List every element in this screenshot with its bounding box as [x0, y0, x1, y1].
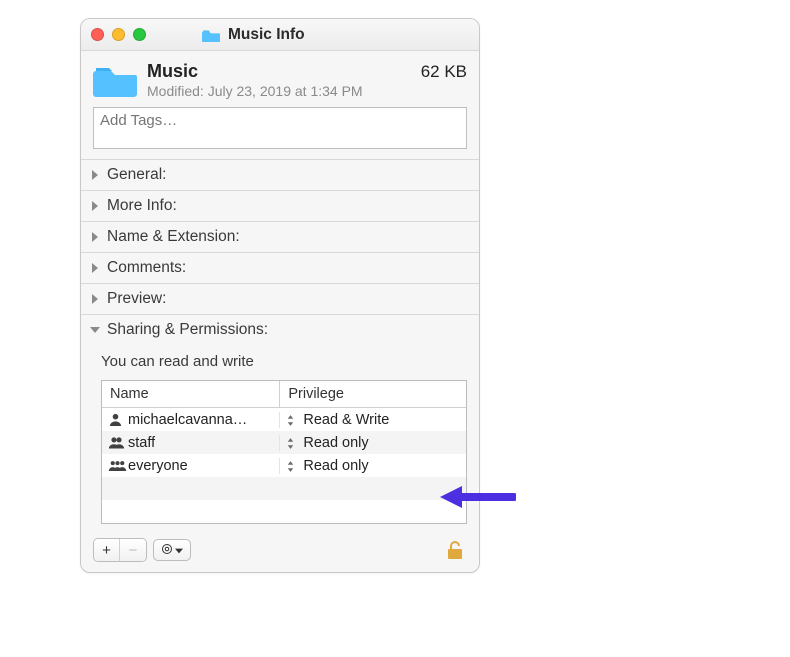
- titlebar: Music Info: [81, 19, 479, 51]
- chevron-right-icon: [89, 262, 101, 274]
- chevron-down-icon: [175, 542, 183, 559]
- chevron-right-icon: [89, 293, 101, 305]
- permission-name: staff: [128, 435, 155, 451]
- item-name: Music: [147, 61, 411, 82]
- chevron-right-icon: [89, 200, 101, 212]
- table-row: [102, 500, 466, 523]
- section-sharing-permissions[interactable]: Sharing & Permissions:: [81, 314, 479, 345]
- lock-icon[interactable]: [447, 540, 463, 560]
- permission-name-cell[interactable]: michaelcavanna…: [102, 412, 280, 428]
- chevron-down-icon: [89, 324, 101, 336]
- stepper-icon: [286, 460, 296, 472]
- item-modified: Modified: July 23, 2019 at 1:34 PM: [147, 83, 411, 99]
- column-name[interactable]: Name: [102, 381, 280, 407]
- sharing-body: You can read and write Name Privilege mi…: [81, 345, 479, 532]
- permission-name: everyone: [128, 458, 188, 474]
- permission-privilege: Read only: [303, 435, 368, 451]
- window-controls: [91, 28, 146, 41]
- titlebar-folder-icon: [202, 28, 220, 42]
- table-row[interactable]: everyone Read only: [102, 454, 466, 477]
- table-row[interactable]: michaelcavanna… Read & Write: [102, 408, 466, 431]
- section-general[interactable]: General:: [81, 159, 479, 190]
- table-row[interactable]: staff Read only: [102, 431, 466, 454]
- add-user-button[interactable]: +: [94, 539, 120, 561]
- info-window: Music Info Music Modified: July 23, 2019…: [80, 18, 480, 573]
- section-label: Preview:: [107, 290, 166, 308]
- permissions-table: Name Privilege michaelcavanna… Read & Wri…: [101, 380, 467, 524]
- add-remove-segment: + −: [93, 538, 147, 562]
- section-label: Sharing & Permissions:: [107, 321, 268, 339]
- modified-value: July 23, 2019 at 1:34 PM: [208, 83, 363, 99]
- gear-icon: [161, 542, 173, 559]
- tags-input[interactable]: [93, 107, 467, 149]
- permissions-header: Name Privilege: [102, 381, 466, 408]
- permission-privilege-cell[interactable]: Read & Write: [280, 412, 466, 428]
- user-icon: [108, 413, 123, 426]
- section-label: Name & Extension:: [107, 228, 240, 246]
- permission-name-cell[interactable]: staff: [102, 435, 280, 451]
- close-window-button[interactable]: [91, 28, 104, 41]
- permission-name: michaelcavanna…: [128, 412, 247, 428]
- window-title: Music Info: [228, 26, 305, 44]
- permission-privilege: Read & Write: [303, 412, 389, 428]
- item-size: 62 KB: [421, 62, 467, 82]
- zoom-window-button[interactable]: [133, 28, 146, 41]
- section-name-extension[interactable]: Name & Extension:: [81, 221, 479, 252]
- section-preview[interactable]: Preview:: [81, 283, 479, 314]
- sharing-note: You can read and write: [101, 349, 467, 380]
- permission-privilege-cell[interactable]: Read only: [280, 435, 466, 451]
- modified-label: Modified:: [147, 83, 204, 99]
- user-icon: [108, 459, 123, 472]
- section-more-info[interactable]: More Info:: [81, 190, 479, 221]
- remove-user-button[interactable]: −: [120, 539, 146, 561]
- section-label: Comments:: [107, 259, 186, 277]
- action-menu-button[interactable]: [153, 539, 191, 561]
- chevron-right-icon: [89, 231, 101, 243]
- table-row: [102, 477, 466, 500]
- section-label: More Info:: [107, 197, 177, 215]
- user-icon: [108, 436, 123, 449]
- chevron-right-icon: [89, 169, 101, 181]
- permission-privilege-cell[interactable]: Read only: [280, 458, 466, 474]
- stepper-icon: [286, 414, 296, 426]
- permission-privilege: Read only: [303, 458, 368, 474]
- section-comments[interactable]: Comments:: [81, 252, 479, 283]
- column-privilege[interactable]: Privilege: [280, 381, 466, 407]
- permissions-footer: + −: [81, 532, 479, 572]
- permission-name-cell[interactable]: everyone: [102, 458, 280, 474]
- section-label: General:: [107, 166, 166, 184]
- folder-icon: [93, 62, 137, 98]
- item-header: Music Modified: July 23, 2019 at 1:34 PM…: [81, 51, 479, 107]
- minimize-window-button[interactable]: [112, 28, 125, 41]
- stepper-icon: [286, 437, 296, 449]
